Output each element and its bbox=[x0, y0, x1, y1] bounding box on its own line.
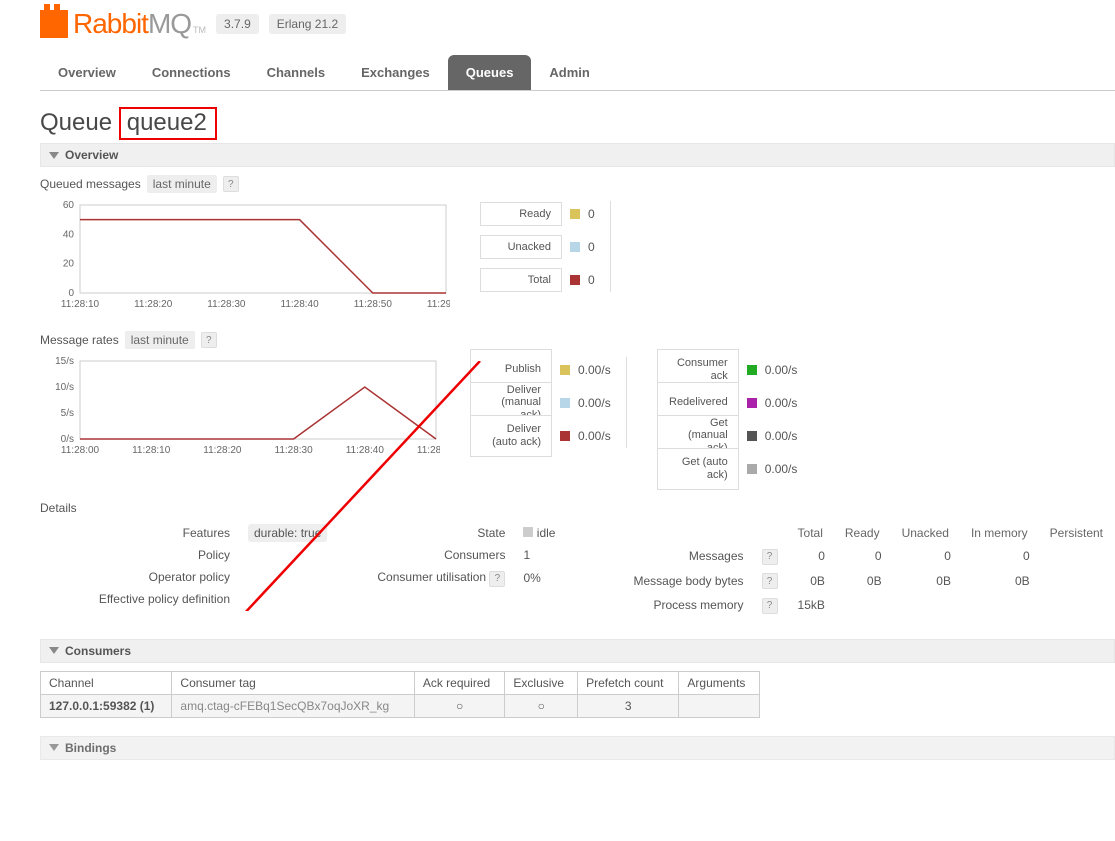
section-consumers[interactable]: Consumers bbox=[40, 639, 1115, 663]
tab-exchanges[interactable]: Exchanges bbox=[343, 55, 448, 90]
legend-value: 0.00/s bbox=[765, 462, 798, 476]
svg-text:5/s: 5/s bbox=[61, 408, 74, 419]
svg-text:11:28:00: 11:28:00 bbox=[61, 445, 100, 456]
table-row: 127.0.0.1:59382 (1)amq.ctag-cFEBq1SecQBx… bbox=[41, 694, 760, 717]
svg-text:11:28:40: 11:28:40 bbox=[281, 299, 320, 310]
message-rates-legend-left: Publish0.00/sDeliver (manual ack)0.00/sD… bbox=[470, 357, 627, 448]
help-icon[interactable]: ? bbox=[489, 571, 505, 587]
help-icon[interactable]: ? bbox=[201, 332, 217, 348]
svg-text:40: 40 bbox=[63, 229, 75, 240]
chevron-down-icon bbox=[49, 744, 59, 751]
logo[interactable]: RabbitMQ TM bbox=[40, 8, 206, 40]
range-selector[interactable]: last minute bbox=[147, 175, 217, 193]
tab-channels[interactable]: Channels bbox=[249, 55, 344, 90]
legend-swatch bbox=[560, 398, 570, 408]
legend-label[interactable]: Get (auto ack) bbox=[657, 448, 739, 490]
tab-overview[interactable]: Overview bbox=[40, 55, 134, 90]
legend-value: 0.00/s bbox=[578, 396, 611, 410]
table-header[interactable]: Consumer tag bbox=[172, 671, 414, 694]
section-bindings[interactable]: Bindings bbox=[40, 736, 1115, 760]
legend-value: 0.00/s bbox=[765, 363, 798, 377]
table-header[interactable]: Prefetch count bbox=[578, 671, 679, 694]
tab-queues[interactable]: Queues bbox=[448, 55, 532, 90]
table-header[interactable]: Ack required bbox=[414, 671, 505, 694]
svg-text:11:28:30: 11:28:30 bbox=[275, 445, 314, 456]
svg-text:11:28:30: 11:28:30 bbox=[207, 299, 246, 310]
details-stats: TotalReadyUnackedIn memoryPersistentMess… bbox=[623, 521, 1115, 619]
svg-text:11:28:10: 11:28:10 bbox=[132, 445, 171, 456]
help-icon[interactable]: ? bbox=[762, 598, 778, 614]
legend-value: 0 bbox=[588, 273, 595, 287]
svg-text:11:28:40: 11:28:40 bbox=[346, 445, 385, 456]
svg-text:11:28:20: 11:28:20 bbox=[134, 299, 173, 310]
svg-text:15/s: 15/s bbox=[55, 357, 74, 367]
legend-swatch bbox=[560, 365, 570, 375]
svg-text:11:29:00: 11:29:00 bbox=[427, 299, 450, 310]
rabbit-icon bbox=[40, 10, 68, 38]
message-rates-chart: 0/s 5/s 10/s 15/s 11:28:00 11:28:10 11:28:20 11… bbox=[40, 357, 440, 457]
legend-value: 0.00/s bbox=[578, 363, 611, 377]
legend-label[interactable]: Unacked bbox=[480, 235, 562, 259]
header: RabbitMQ TM 3.7.9 Erlang 21.2 bbox=[40, 8, 1115, 40]
queued-messages-chart: 0 20 40 60 11:28:10 11:28:20 11:28:30 11:28:40 1… bbox=[40, 201, 450, 311]
help-icon[interactable]: ? bbox=[223, 176, 239, 192]
legend-swatch bbox=[570, 275, 580, 285]
svg-text:0: 0 bbox=[68, 288, 74, 299]
svg-text:11:28:10: 11:28:10 bbox=[61, 299, 100, 310]
tab-admin[interactable]: Admin bbox=[531, 55, 607, 90]
range-selector[interactable]: last minute bbox=[125, 331, 195, 349]
legend-swatch bbox=[747, 464, 757, 474]
table-header[interactable]: Arguments bbox=[679, 671, 760, 694]
queued-messages-label: Queued messages last minute ? bbox=[40, 175, 1115, 193]
details-left: Featuresdurable: truePolicyOperator poli… bbox=[40, 521, 337, 611]
erlang-badge: Erlang 21.2 bbox=[269, 14, 346, 34]
svg-text:10/s: 10/s bbox=[55, 382, 74, 393]
channel-link[interactable]: 127.0.0.1:59382 (1) bbox=[49, 699, 154, 713]
help-icon[interactable]: ? bbox=[762, 573, 778, 589]
legend-value: 0 bbox=[588, 240, 595, 254]
details-mid: State idleConsumers1Consumer utilisation… bbox=[367, 521, 565, 592]
table-header[interactable]: Exclusive bbox=[505, 671, 578, 694]
legend-label[interactable]: Total bbox=[480, 268, 562, 292]
details-heading: Details bbox=[40, 501, 1115, 515]
svg-text:11:28:20: 11:28:20 bbox=[203, 445, 242, 456]
section-overview[interactable]: Overview bbox=[40, 143, 1115, 167]
main-tabs: OverviewConnectionsChannelsExchangesQueu… bbox=[40, 55, 1115, 91]
page-title: Queue queue2 bbox=[40, 109, 1115, 137]
message-rates-label: Message rates last minute ? bbox=[40, 331, 1115, 349]
version-badge: 3.7.9 bbox=[216, 14, 259, 34]
help-icon[interactable]: ? bbox=[762, 549, 778, 565]
svg-text:11:28:50: 11:28:50 bbox=[417, 445, 440, 456]
chevron-down-icon bbox=[49, 152, 59, 159]
table-header[interactable]: Channel bbox=[41, 671, 172, 694]
legend-swatch bbox=[747, 431, 757, 441]
queue-name-highlight: queue2 bbox=[119, 107, 217, 140]
legend-value: 0.00/s bbox=[765, 396, 798, 410]
legend-swatch bbox=[747, 365, 757, 375]
legend-swatch bbox=[747, 398, 757, 408]
legend-label[interactable]: Deliver (auto ack) bbox=[470, 415, 552, 457]
queued-messages-legend: Ready 0 Unacked 0 Total 0 bbox=[480, 201, 611, 292]
svg-text:11:28:50: 11:28:50 bbox=[354, 299, 393, 310]
chevron-down-icon bbox=[49, 647, 59, 654]
tab-connections[interactable]: Connections bbox=[134, 55, 249, 90]
legend-value: 0 bbox=[588, 207, 595, 221]
legend-swatch bbox=[570, 242, 580, 252]
legend-value: 0.00/s bbox=[578, 429, 611, 443]
legend-label[interactable]: Ready bbox=[480, 202, 562, 226]
legend-swatch bbox=[570, 209, 580, 219]
message-rates-legend-right: Consumer ack0.00/sRedelivered0.00/sGet (… bbox=[657, 357, 813, 481]
svg-text:0/s: 0/s bbox=[61, 434, 74, 445]
svg-text:60: 60 bbox=[63, 201, 75, 211]
consumers-table: ChannelConsumer tagAck requiredExclusive… bbox=[40, 671, 760, 718]
legend-value: 0.00/s bbox=[765, 429, 798, 443]
legend-swatch bbox=[560, 431, 570, 441]
svg-text:20: 20 bbox=[63, 259, 75, 270]
